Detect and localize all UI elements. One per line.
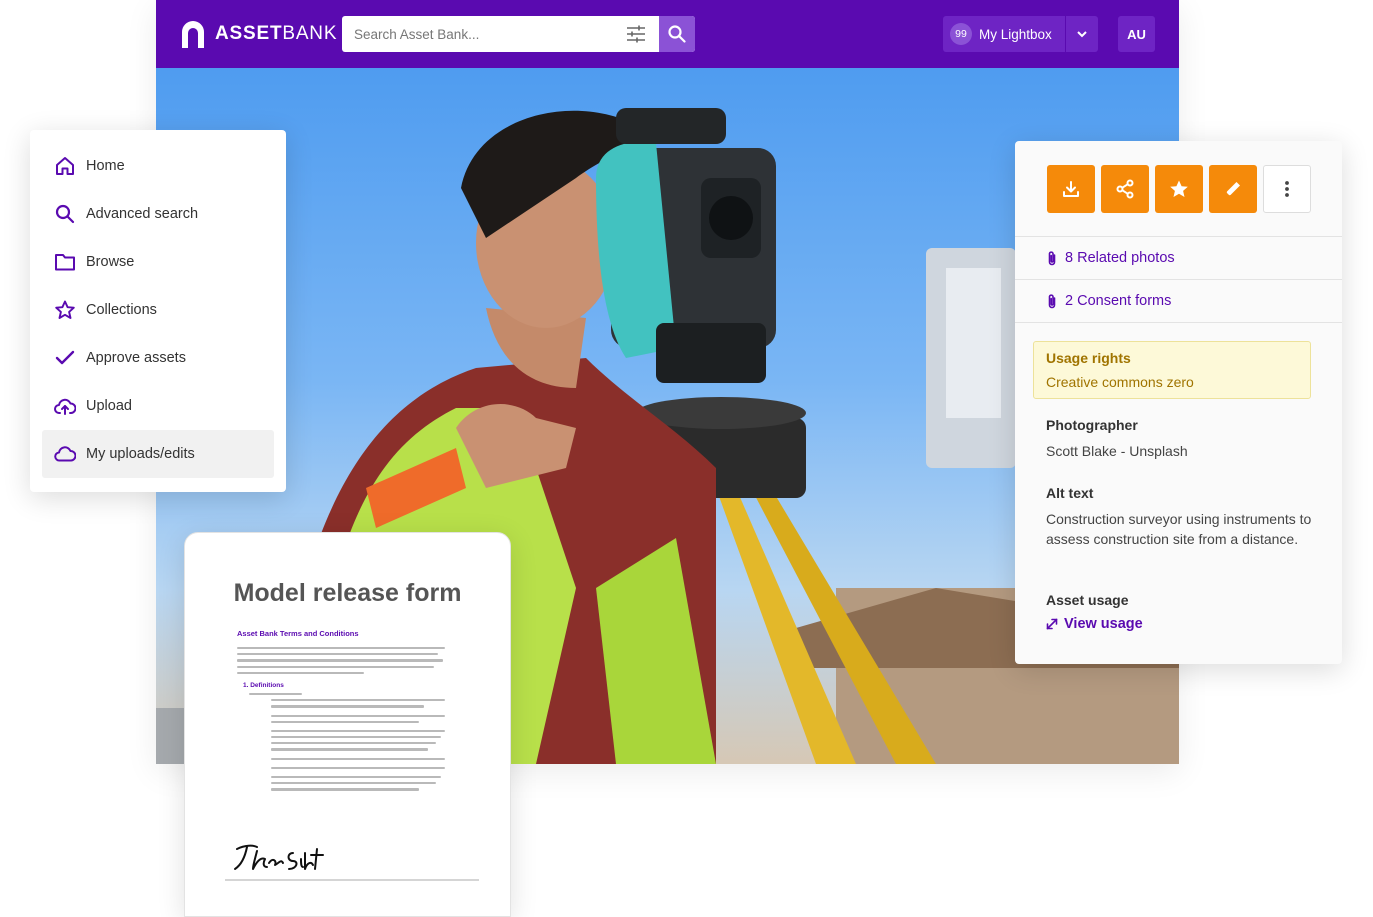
model-release-form-card[interactable]: Model release form Asset Bank Terms and … [184,532,511,917]
more-vertical-icon [1285,181,1289,197]
star-icon [54,299,76,321]
lightbox-button[interactable]: 99 My Lightbox [943,16,1098,52]
pencil-icon [1225,182,1240,197]
text-line [271,748,428,751]
document-heading: Asset Bank Terms and Conditions [237,629,359,638]
text-line [271,776,441,779]
expand-arrow-icon [1046,618,1058,630]
signature-image [234,844,324,870]
home-icon [54,155,76,177]
photographer-value: Scott Blake - Unsplash [1046,443,1188,459]
logo[interactable]: ASSETBANK [180,20,337,48]
text-line [271,757,445,760]
sidebar-item-label: Advanced search [86,206,199,222]
related-photos-label: 8 Related photos [1065,250,1175,266]
chevron-down-icon [1077,31,1087,38]
share-button[interactable] [1101,165,1149,213]
star-icon [1170,180,1188,197]
consent-forms-link[interactable]: 2 Consent forms [1047,290,1171,312]
brand-name: ASSETBANK [215,23,338,44]
sidebar-item-collections[interactable]: Collections [42,286,274,334]
consent-forms-label: 2 Consent forms [1065,293,1172,309]
text-line [271,705,424,708]
usage-rights-label: Usage rights [1046,350,1131,366]
edit-button[interactable] [1209,165,1257,213]
view-usage-label: View usage [1064,616,1143,632]
divider [1015,279,1342,280]
paperclip-icon [1048,294,1056,309]
alt-text-field: Alt text Construction surveyor using ins… [1046,485,1316,549]
document-section-heading: 1. Definitions [243,681,284,689]
download-button[interactable] [1047,165,1095,213]
asset-usage-field: Asset usage View usage [1046,592,1316,632]
sidebar-item-advanced-search[interactable]: Advanced search [42,190,274,238]
text-line [271,699,445,702]
alt-text-value: Construction surveyor using instruments … [1046,511,1312,547]
sidebar-item-label: Upload [86,398,132,414]
search-input[interactable] [342,16,622,52]
sidebar-item-home[interactable]: Home [42,142,274,190]
asset-bank-logo-icon [182,21,204,48]
asset-details-panel: 8 Related photos 2 Consent forms Usage r… [1015,141,1342,664]
favourite-button[interactable] [1155,165,1203,213]
usage-rights-box: Usage rights Creative commons zero [1033,341,1311,399]
divider [1015,322,1342,323]
form-title: Model release form [233,579,462,607]
document-preview: Asset Bank Terms and Conditions 1. Defin… [237,629,449,829]
text-line [271,729,445,733]
text-line [249,692,302,696]
text-line [271,714,445,717]
share-icon [1116,179,1134,199]
more-options-button[interactable] [1263,165,1311,213]
sidebar-item-label: Collections [86,302,157,318]
asset-usage-label: Asset usage [1046,592,1129,608]
text-line [271,782,437,785]
text-line [271,788,420,791]
sidebar-nav: Home Advanced search Browse Collections … [30,130,286,492]
text-line [237,653,439,656]
asset-actions [1047,165,1311,213]
filter-icon[interactable] [624,23,648,45]
lightbox-label: My Lightbox [979,26,1052,42]
sidebar-item-label: Browse [86,254,135,270]
text-line [271,720,420,723]
sidebar-item-browse[interactable]: Browse [42,238,274,286]
photographer-field: Photographer Scott Blake - Unsplash [1046,417,1316,461]
alt-text-label: Alt text [1046,485,1094,501]
sidebar-item-my-uploads[interactable]: My uploads/edits [42,430,274,478]
search-button[interactable] [659,16,695,52]
top-bar: ASSETBANK 99 My Lightbox AU [156,0,1179,68]
signature-line [225,879,479,881]
text-line [271,742,437,745]
text-line [271,766,445,769]
lightbox-dropdown-button[interactable] [1065,16,1098,52]
lightbox-count-badge: 99 [950,23,972,45]
text-line [237,647,445,650]
text-line [271,736,441,739]
text-line [237,659,443,662]
sidebar-item-label: Approve assets [86,350,186,366]
text-line [237,671,365,674]
check-icon [54,347,76,369]
search-icon [668,25,686,43]
sidebar-item-label: Home [86,158,125,174]
cloud-icon [54,443,76,465]
folder-icon [54,251,76,273]
search-bar [342,16,695,52]
cloud-upload-icon [54,395,76,417]
search-icon [54,203,76,225]
sidebar-item-approve-assets[interactable]: Approve assets [42,334,274,382]
paperclip-icon [1048,251,1056,266]
download-icon [1063,181,1079,197]
photographer-label: Photographer [1046,417,1138,433]
view-usage-link[interactable]: View usage [1046,616,1316,632]
divider [1015,236,1342,237]
sidebar-item-label: My uploads/edits [86,446,195,462]
usage-rights-value: Creative commons zero [1046,374,1194,390]
text-line [237,665,435,668]
sidebar-item-upload[interactable]: Upload [42,382,274,430]
user-avatar[interactable]: AU [1118,16,1155,52]
related-photos-link[interactable]: 8 Related photos [1047,247,1175,269]
